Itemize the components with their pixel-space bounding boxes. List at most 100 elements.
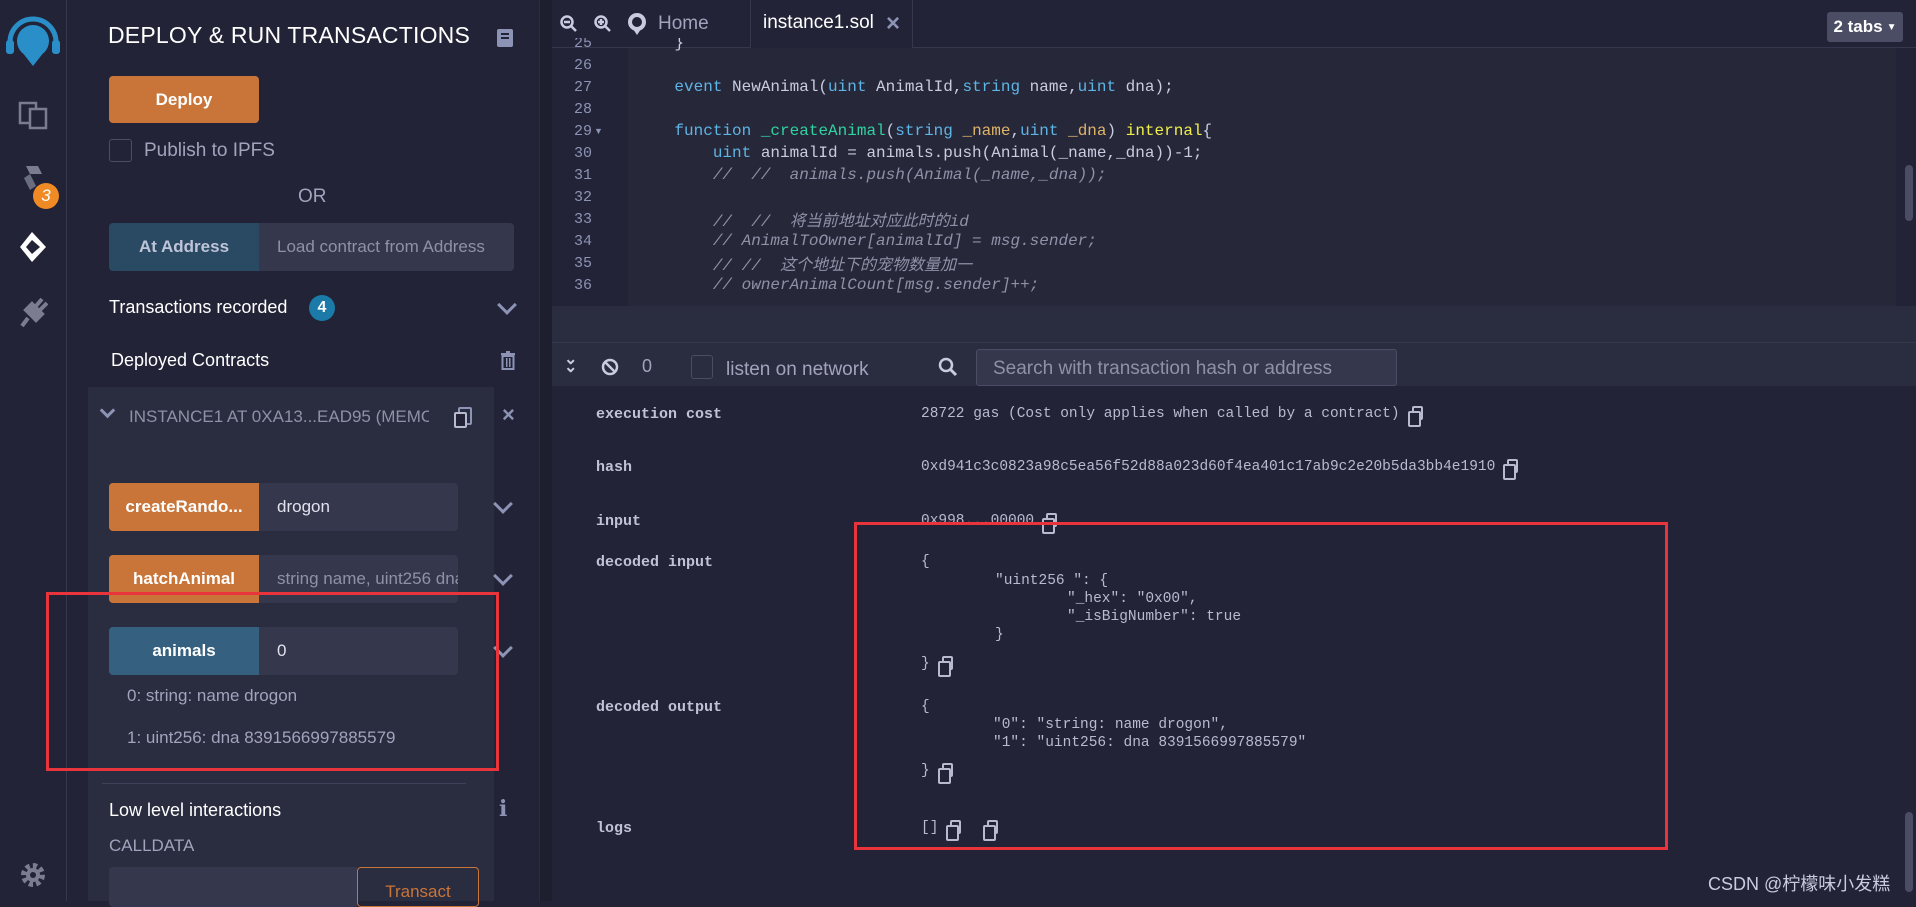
- decoded-output-label: decoded output: [596, 699, 723, 716]
- code-token: event: [636, 78, 733, 96]
- code-token: string: [895, 122, 953, 140]
- highlight-box: [46, 592, 499, 771]
- execution-cost-value: 28722 gas (Cost only applies when called…: [921, 406, 1423, 428]
- settings-icon[interactable]: [20, 862, 46, 888]
- panel-title: DEPLOY & RUN TRANSACTIONS: [108, 22, 471, 48]
- function-button-createRandomAnimal[interactable]: createRando...: [109, 483, 259, 531]
- line-number: 28: [573, 100, 592, 118]
- code-line: 32: [552, 186, 636, 208]
- fold-arrow-icon[interactable]: ▼: [594, 126, 606, 136]
- terminal-scrollbar[interactable]: [1905, 812, 1913, 892]
- code-token: // // 这个地址下的宠物数量加一: [636, 257, 973, 275]
- code-lines: 25 } 26 27 event NewAnimal(uint AnimalId,s…: [552, 38, 1892, 306]
- code-token: uint: [828, 78, 867, 96]
- execution-cost-text: 28722 gas (Cost only applies when called…: [921, 406, 1400, 422]
- code-text: // // animals.push(Animal(_name,_dna));: [636, 166, 1107, 184]
- deploy-button[interactable]: Deploy: [109, 76, 259, 123]
- zoom-out-icon[interactable]: [560, 15, 578, 33]
- code-token: // // animals.push(Animal(_name,_dna));: [636, 166, 1107, 184]
- code-token: uint: [636, 144, 752, 162]
- code-token: ,: [1010, 122, 1021, 140]
- code-text: // ownerAnimalCount[msg.sender]++;: [636, 276, 1039, 294]
- highlight-box: [854, 522, 1668, 850]
- deployed-contracts-label: Deployed Contracts: [111, 350, 270, 370]
- collapse-terminal-icon[interactable]: ⌄ ⌄: [564, 352, 577, 376]
- line-number: 29: [573, 122, 592, 140]
- remix-logo-icon[interactable]: [4, 14, 62, 70]
- close-tab-icon[interactable]: ×: [886, 10, 900, 38]
- at-address-input[interactable]: Load contract from Address: [259, 223, 514, 271]
- code-line: 27 event NewAnimal(uint AnimalId,string …: [552, 76, 1174, 98]
- line-number: 27: [573, 78, 592, 96]
- code-line: 36 // ownerAnimalCount[msg.sender]++;: [552, 274, 1039, 296]
- clear-console-icon[interactable]: [601, 358, 619, 376]
- home-remix-icon[interactable]: [626, 12, 648, 36]
- low-level-interactions-label: Low level interactions: [109, 800, 282, 820]
- calldata-label: CALLDATA: [109, 836, 195, 855]
- tab-instance1-label: instance1.sol: [763, 12, 874, 33]
- code-text: }: [636, 38, 684, 52]
- panel-scrollbar[interactable]: [540, 0, 552, 901]
- hash-value: 0xd941c3c0823a98c5ea56f52d88a023d60f4ea4…: [921, 459, 1519, 481]
- copy-address-icon[interactable]: [454, 407, 472, 428]
- copy-icon[interactable]: [1503, 459, 1519, 481]
- terminal-resize-bar[interactable]: [552, 306, 1916, 342]
- line-number: 25: [573, 38, 592, 52]
- remove-instance-icon[interactable]: ×: [502, 402, 515, 428]
- execution-cost-label: execution cost: [596, 406, 723, 423]
- line-number: 36: [573, 276, 592, 294]
- pending-count: 0: [642, 356, 653, 376]
- code-line: 34 // AnimalToOwner[animalId] = msg.send…: [552, 230, 1097, 252]
- code-token: // ownerAnimalCount[msg.sender]++;: [636, 276, 1040, 294]
- transactions-recorded-label: Transactions recorded: [109, 297, 288, 317]
- line-number: 30: [573, 144, 592, 162]
- documentation-icon[interactable]: [496, 28, 514, 48]
- code-token: dna);: [1116, 78, 1174, 96]
- publish-ipfs-label: Publish to IPFS: [144, 140, 275, 161]
- code-line: 33 // // 将当前地址对应此时的id: [552, 207, 969, 232]
- code-token: internal: [1125, 122, 1203, 140]
- code-text: // AnimalToOwner[animalId] = msg.sender;: [636, 232, 1097, 250]
- function-input-createRandomAnimal[interactable]: drogon: [259, 483, 458, 531]
- code-text: function _createAnimal(string _name,uint…: [636, 122, 1212, 140]
- code-token: AnimalId,: [866, 78, 963, 96]
- code-line: 28: [552, 98, 636, 120]
- calldata-input[interactable]: [109, 867, 357, 907]
- trash-icon[interactable]: [500, 351, 516, 370]
- compiler-badge: 3: [33, 183, 59, 209]
- code-token: name,: [1020, 78, 1078, 96]
- instance-label: INSTANCE1 AT 0XA13...EAD95 (MEMORY): [129, 407, 429, 426]
- code-text: // // 将当前地址对应此时的id: [636, 207, 969, 231]
- editor-scrollbar[interactable]: [1905, 165, 1913, 221]
- code-token: uint: [1077, 78, 1117, 96]
- transact-button[interactable]: Transact: [357, 867, 479, 907]
- code-token: _dna: [1058, 122, 1107, 140]
- line-number: 34: [573, 232, 592, 250]
- transaction-search-input[interactable]: Search with transaction hash or address: [976, 349, 1397, 386]
- decoded-input-label: decoded input: [596, 554, 714, 571]
- code-token: // AnimalToOwner[animalId] = msg.sender;: [636, 232, 1097, 250]
- tab-home[interactable]: Home: [658, 13, 709, 35]
- zoom-in-icon[interactable]: [594, 15, 612, 33]
- code-text: event NewAnimal(uint AnimalId,string nam…: [636, 78, 1174, 96]
- divider: [102, 783, 466, 784]
- deploy-run-icon[interactable]: [18, 230, 50, 264]
- code-token: // // 将当前地址对应此时的id: [636, 213, 969, 231]
- transactions-count-badge: 4: [309, 295, 335, 321]
- copy-icon[interactable]: [1407, 406, 1423, 428]
- code-token: NewAnimal(: [732, 78, 829, 96]
- plugin-manager-icon[interactable]: [18, 296, 48, 328]
- code-token: _name: [952, 122, 1011, 140]
- search-icon: [938, 357, 958, 377]
- file-explorer-icon[interactable]: [18, 100, 48, 130]
- line-number: 35: [573, 254, 592, 272]
- listen-network-checkbox[interactable]: [691, 355, 713, 379]
- listen-network-label: listen on network: [726, 359, 869, 380]
- line-number: 26: [573, 56, 592, 74]
- code-token: _createAnimal: [760, 122, 886, 140]
- publish-ipfs-checkbox[interactable]: [109, 139, 132, 162]
- info-icon[interactable]: i: [499, 796, 507, 822]
- code-token: string: [962, 78, 1021, 96]
- caret-down-icon: ▼: [1886, 21, 1897, 33]
- at-address-button[interactable]: At Address: [109, 223, 259, 271]
